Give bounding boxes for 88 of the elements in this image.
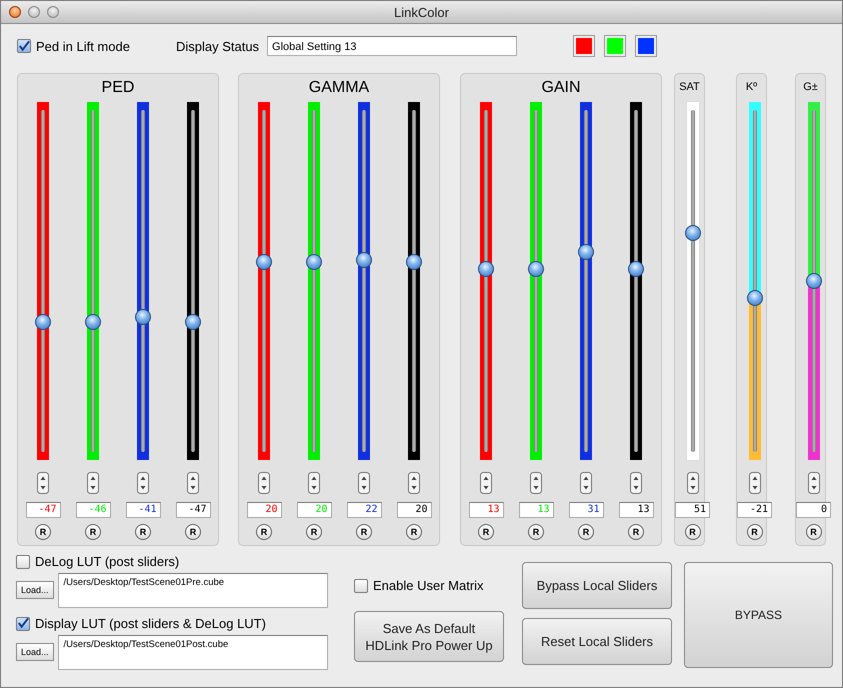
load-button[interactable]: Load... xyxy=(16,643,54,661)
slider-thumb[interactable] xyxy=(135,308,151,325)
stepper[interactable] xyxy=(258,472,270,494)
reset-button[interactable]: R xyxy=(628,524,644,540)
stepper[interactable] xyxy=(308,472,320,494)
panel-title: PED xyxy=(102,78,134,98)
checkbox[interactable] xyxy=(354,578,368,592)
status-field[interactable]: Global Setting 13 xyxy=(267,36,518,56)
reset-local-button[interactable]: Reset Local Sliders xyxy=(522,618,672,665)
stepper[interactable] xyxy=(408,472,420,494)
reset-button[interactable]: R xyxy=(356,524,372,540)
slider-thumb[interactable] xyxy=(746,290,762,306)
reset-button[interactable]: R xyxy=(185,524,201,540)
panel-title: GAMMA xyxy=(308,78,370,98)
stepper[interactable] xyxy=(137,472,149,494)
reset-button[interactable]: R xyxy=(85,524,101,540)
color-swatch[interactable] xyxy=(573,35,596,57)
close-button[interactable] xyxy=(9,6,21,18)
value-field[interactable]: 20 xyxy=(396,502,432,518)
value-field[interactable]: 13 xyxy=(618,502,654,518)
value-field[interactable]: -47 xyxy=(26,502,60,518)
slider-thumb[interactable] xyxy=(356,252,372,268)
slider-thumb[interactable] xyxy=(85,314,101,330)
value-field[interactable]: 22 xyxy=(346,502,382,518)
reset-button[interactable]: R xyxy=(406,524,422,540)
stepper[interactable] xyxy=(358,472,370,494)
reset-button[interactable]: R xyxy=(684,524,700,540)
stepper[interactable] xyxy=(748,472,760,494)
reset-button[interactable]: R xyxy=(528,524,544,540)
reset-button[interactable]: R xyxy=(478,524,494,540)
slider-thumb[interactable] xyxy=(628,261,644,278)
panel-title: GAIN xyxy=(541,78,581,98)
slider-thumb[interactable] xyxy=(528,261,544,278)
value-field[interactable]: -47 xyxy=(176,502,210,518)
checkbox-label: Enable User Matrix xyxy=(373,578,484,593)
slider-thumb[interactable] xyxy=(185,314,201,330)
stepper[interactable] xyxy=(580,472,592,494)
load-button[interactable]: Load... xyxy=(16,581,54,599)
color-swatch[interactable] xyxy=(604,35,626,57)
bypass-local-button[interactable]: Bypass Local Sliders xyxy=(522,562,672,609)
slider-thumb[interactable] xyxy=(478,261,494,278)
stepper[interactable] xyxy=(37,472,49,494)
checkbox[interactable] xyxy=(16,616,30,630)
color-swatch[interactable] xyxy=(635,35,658,57)
file-path-field[interactable]: /Users/Desktop/TestScene01Pre.cube xyxy=(58,573,328,608)
checkbox-label: Ped in Lift mode xyxy=(36,38,130,54)
value-field[interactable]: -21 xyxy=(737,502,772,518)
slider-thumb[interactable] xyxy=(35,314,51,330)
reset-button[interactable]: R xyxy=(306,524,322,540)
panel-title: G± xyxy=(803,80,818,95)
zoom-button[interactable] xyxy=(47,6,59,18)
panel-title: SAT xyxy=(679,80,700,95)
slider-thumb[interactable] xyxy=(306,254,322,270)
save-default-button[interactable]: Save As Default HDLink Pro Power Up xyxy=(354,611,504,662)
value-field[interactable]: 13 xyxy=(468,502,504,518)
reset-button[interactable]: R xyxy=(806,524,822,540)
stepper[interactable] xyxy=(87,472,99,494)
stepper[interactable] xyxy=(480,472,492,494)
value-field[interactable]: 20 xyxy=(246,502,282,518)
slider-thumb[interactable] xyxy=(256,254,272,270)
value-field[interactable]: 0 xyxy=(796,502,831,518)
slider-thumb[interactable] xyxy=(806,273,822,289)
stepper[interactable] xyxy=(808,472,820,494)
stepper[interactable] xyxy=(686,472,698,494)
minimize-button[interactable] xyxy=(28,6,40,18)
value-field[interactable]: 31 xyxy=(568,502,604,518)
slider-thumb[interactable] xyxy=(684,225,700,242)
slider-thumb[interactable] xyxy=(406,254,422,270)
checkbox[interactable] xyxy=(17,39,31,53)
stepper[interactable] xyxy=(630,472,642,494)
bypass-button[interactable]: BYPASS xyxy=(684,562,833,668)
field-label: Display Status xyxy=(176,38,260,54)
slider-thumb[interactable] xyxy=(578,244,594,260)
window-title: LinkColor xyxy=(394,4,449,20)
stepper[interactable] xyxy=(187,472,199,494)
reset-button[interactable]: R xyxy=(746,524,762,540)
reset-button[interactable]: R xyxy=(578,524,594,540)
checkbox-label: DeLog LUT (post sliders) xyxy=(35,554,180,569)
panel-title: Kº xyxy=(746,80,758,95)
reset-button[interactable]: R xyxy=(256,524,272,540)
stepper[interactable] xyxy=(530,472,542,494)
checkbox-label: Display LUT (post sliders & DeLog LUT) xyxy=(35,616,266,631)
value-field[interactable]: -41 xyxy=(126,502,160,518)
file-path-field[interactable]: /Users/Desktop/TestScene01Post.cube xyxy=(58,635,328,670)
value-field[interactable]: 51 xyxy=(675,502,710,518)
reset-button[interactable]: R xyxy=(135,524,151,540)
reset-button[interactable]: R xyxy=(35,524,51,540)
checkbox[interactable] xyxy=(16,554,30,568)
